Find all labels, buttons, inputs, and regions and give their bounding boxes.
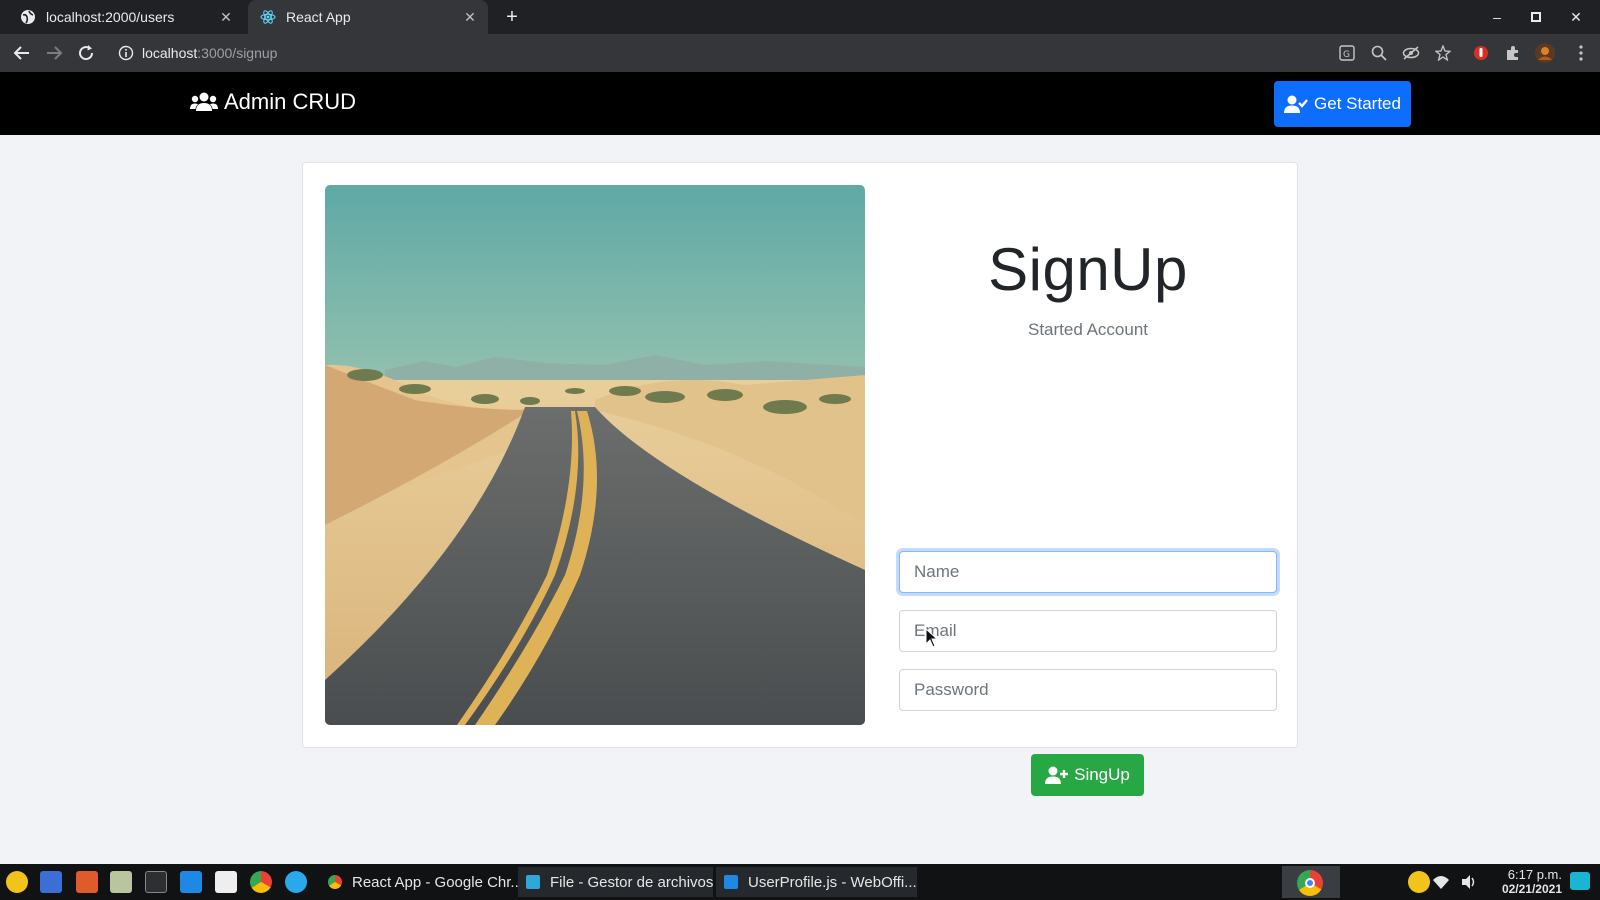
presentation-app-icon[interactable]	[76, 871, 98, 893]
globe-icon	[20, 9, 36, 25]
mouse-cursor-icon	[925, 627, 939, 653]
app-navbar: Admin CRUD Get Started	[0, 72, 1600, 135]
taskbar-item-chrome[interactable]: React App - Google Chr...	[320, 867, 523, 897]
zoom-icon[interactable]	[1368, 42, 1390, 64]
brand-link[interactable]: Admin CRUD	[190, 89, 356, 115]
avatar[interactable]	[1534, 42, 1556, 64]
clock-date: 02/21/2021	[1501, 882, 1562, 896]
volume-icon[interactable]	[1460, 873, 1478, 891]
info-icon[interactable]	[118, 45, 134, 61]
telegram-icon[interactable]	[285, 871, 307, 893]
forward-icon[interactable]	[42, 41, 66, 65]
chrome-icon[interactable]	[250, 871, 272, 893]
reload-icon[interactable]	[74, 41, 98, 65]
browser-tab-strip: localhost:2000/users ✕ React App ✕ + – ✕	[0, 0, 1600, 34]
close-window-icon[interactable]: ✕	[1564, 5, 1588, 29]
page-subtitle: Started Account	[1027, 320, 1149, 339]
tab-title: React App	[286, 9, 351, 25]
translate-icon[interactable]: G	[1336, 42, 1358, 64]
taskbar-item-vscode[interactable]: UserProfile.js - WebOffi...	[716, 867, 917, 897]
email-field[interactable]	[899, 610, 1277, 652]
notifications-icon[interactable]	[1570, 872, 1590, 890]
clock-time: 6:17 p.m.	[1507, 867, 1562, 882]
desert-road-image	[325, 185, 865, 725]
vscode-icon	[724, 875, 738, 889]
chrome-icon	[328, 875, 342, 889]
react-icon	[260, 9, 276, 25]
tab-users[interactable]: localhost:2000/users ✕	[8, 0, 244, 34]
close-icon[interactable]: ✕	[216, 7, 236, 27]
puzzle-icon[interactable]	[1502, 42, 1524, 64]
minimize-icon[interactable]: –	[1485, 5, 1509, 29]
new-tab-button[interactable]: +	[500, 5, 524, 29]
svg-text:G: G	[1343, 50, 1350, 60]
tab-title: localhost:2000/users	[46, 9, 175, 25]
users-icon	[190, 92, 218, 111]
password-field[interactable]	[899, 669, 1277, 711]
address-bar[interactable]: localhost:3000/signup	[106, 38, 1396, 68]
extension-red-icon[interactable]	[1470, 42, 1492, 64]
back-icon[interactable]	[10, 41, 34, 65]
get-started-label: Get Started	[1314, 94, 1401, 113]
page-title: SignUp	[988, 236, 1188, 303]
url-path: :3000/signup	[197, 45, 278, 61]
text-editor-icon[interactable]	[215, 871, 237, 893]
terminal-icon[interactable]	[145, 871, 167, 893]
taskbar-item-label: React App - Google Chr...	[352, 873, 523, 891]
folder-icon	[526, 875, 540, 889]
chrome-center-dot	[1305, 878, 1315, 888]
star-icon[interactable]	[1432, 42, 1454, 64]
url-host: localhost	[142, 45, 198, 61]
os-taskbar: React App - Google Chr... File - Gestor …	[0, 864, 1600, 900]
menu-dots-icon[interactable]	[1570, 42, 1592, 64]
name-field[interactable]	[899, 551, 1277, 593]
user-plus-icon	[1045, 766, 1069, 784]
signup-form: SignUp Started Account SingUp	[899, 185, 1277, 796]
taskbar-item-active-chrome[interactable]	[1282, 866, 1340, 898]
signup-button-label: SingUp	[1074, 765, 1130, 784]
signup-button[interactable]: SingUp	[1031, 754, 1144, 796]
app-menu-icon[interactable]	[6, 871, 28, 893]
browser-toolbar: localhost:3000/signup G	[0, 34, 1600, 72]
tray-app-icon[interactable]	[1408, 871, 1430, 893]
eye-off-icon[interactable]	[1400, 42, 1422, 64]
taskbar-item-label: File - Gestor de archivos	[550, 873, 714, 891]
taskbar-item-label: UserProfile.js - WebOffi...	[748, 873, 917, 891]
close-icon[interactable]: ✕	[460, 7, 480, 27]
tab-react-app[interactable]: React App ✕	[248, 0, 488, 34]
user-check-icon	[1284, 95, 1308, 113]
files-app-icon[interactable]	[110, 871, 132, 893]
wifi-icon[interactable]	[1432, 873, 1450, 891]
vscode-icon[interactable]	[180, 871, 202, 893]
get-started-button[interactable]: Get Started	[1274, 81, 1411, 127]
brand-title: Admin CRUD	[224, 89, 357, 114]
taskbar-item-files[interactable]: File - Gestor de archivos	[518, 867, 714, 897]
signup-card: SignUp Started Account SingUp	[302, 162, 1298, 796]
document-app-icon[interactable]	[40, 871, 62, 893]
maximize-icon[interactable]	[1524, 5, 1548, 29]
system-clock[interactable]: 6:17 p.m. 02/21/2021	[1488, 867, 1562, 896]
